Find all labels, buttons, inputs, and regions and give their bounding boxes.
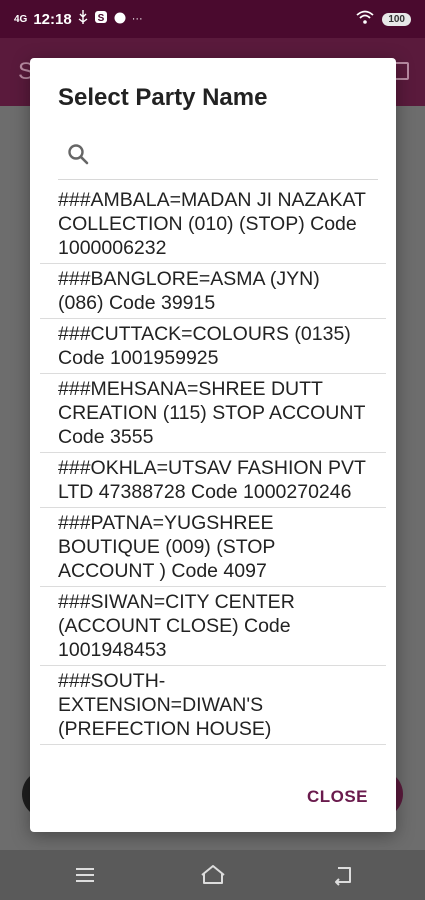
search-row — [58, 138, 378, 180]
dialog-title: Select Party Name — [58, 84, 268, 111]
select-party-dialog: Select Party Name ###AMBALA=MADAN JI NAZ… — [30, 58, 396, 832]
status-time: 12:18 — [33, 10, 72, 28]
back-icon[interactable] — [330, 862, 356, 888]
search-input[interactable] — [102, 140, 372, 174]
party-list-item[interactable]: ###PATNA=YUGSHREE BOUTIQUE (009) (STOP A… — [40, 508, 386, 587]
svg-text:S: S — [97, 13, 104, 24]
status-left: 4G 12:18 S ··· — [14, 10, 143, 28]
s-icon: S — [94, 10, 108, 28]
party-list-item[interactable]: ###BANGLORE=ASMA (JYN) (086) Code 39915 — [40, 264, 386, 319]
dot-icon — [114, 11, 126, 28]
status-right: 100 — [356, 10, 411, 28]
search-icon[interactable] — [66, 142, 92, 168]
party-list-item[interactable]: ###SIWAN=CITY CENTER (ACCOUNT CLOSE) Cod… — [40, 587, 386, 666]
party-list-item[interactable]: ###CUTTACK=COLOURS (0135) Code 100195992… — [40, 319, 386, 374]
signal-indicator: 4G — [14, 13, 28, 25]
battery-indicator: 100 — [382, 12, 411, 26]
party-list-item[interactable]: ###OKHLA=UTSAV FASHION PVT LTD 47388728 … — [40, 453, 386, 508]
party-list-item[interactable]: ###MEHSANA=SHREE DUTT CREATION (115) STO… — [40, 374, 386, 453]
more-icon: ··· — [131, 13, 143, 25]
party-list-item[interactable]: ###SOUTH-EXTENSION=DIWAN'S (PREFECTION H… — [40, 666, 386, 745]
home-icon[interactable] — [199, 862, 225, 888]
wifi-icon — [356, 10, 374, 28]
party-list-item[interactable]: ###AMBALA=MADAN JI NAZAKAT COLLECTION (0… — [40, 185, 386, 264]
close-button[interactable]: CLOSE — [307, 787, 368, 807]
menu-icon[interactable] — [72, 862, 98, 888]
navigation-bar — [0, 850, 425, 900]
party-list[interactable]: ###AMBALA=MADAN JI NAZAKAT COLLECTION (0… — [40, 185, 386, 765]
status-bar: 4G 12:18 S ··· 100 — [0, 0, 425, 38]
usb-icon — [78, 10, 88, 28]
